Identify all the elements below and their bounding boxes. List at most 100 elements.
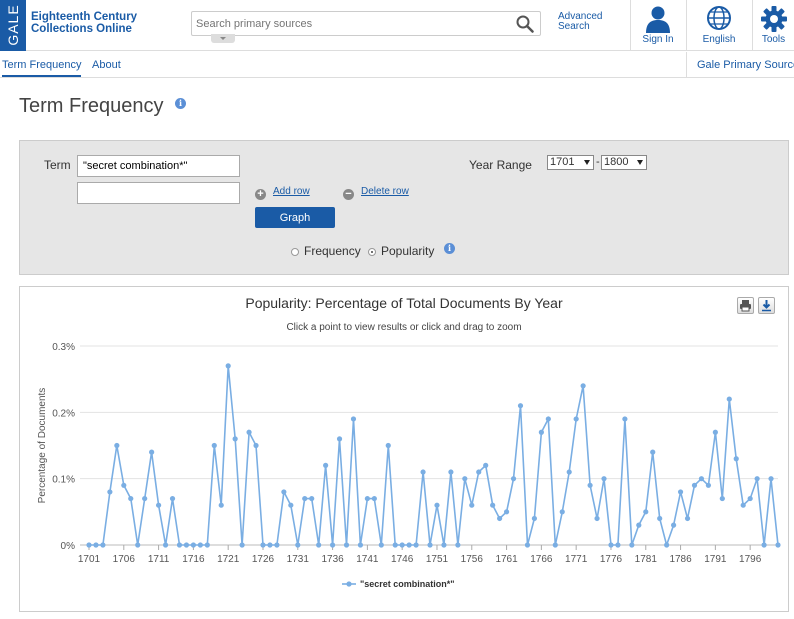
data-point[interactable] — [761, 542, 767, 548]
data-point[interactable] — [587, 482, 593, 488]
data-point[interactable] — [691, 482, 698, 488]
data-point[interactable] — [378, 542, 384, 548]
data-point[interactable] — [204, 542, 210, 548]
line-chart[interactable]: 0% 0.1% 0.2% 0.3% Percentage of Documents 170… — [0, 0, 794, 619]
data-point[interactable] — [510, 476, 517, 482]
data-point[interactable] — [469, 502, 475, 508]
data-point[interactable] — [664, 542, 670, 548]
data-point[interactable] — [176, 542, 183, 548]
data-point[interactable] — [246, 429, 252, 435]
data-point[interactable] — [775, 542, 781, 548]
data-point[interactable] — [350, 416, 357, 422]
data-point[interactable] — [211, 442, 217, 449]
data-point[interactable] — [490, 502, 496, 508]
data-point[interactable] — [371, 495, 377, 502]
data-point[interactable] — [162, 542, 169, 548]
data-point[interactable] — [747, 495, 753, 502]
data-point[interactable] — [643, 509, 649, 515]
data-point[interactable] — [677, 489, 684, 495]
data-point[interactable] — [149, 449, 155, 455]
data-point[interactable] — [733, 456, 739, 462]
data-point[interactable] — [650, 449, 656, 455]
data-point[interactable] — [190, 542, 196, 548]
data-point[interactable] — [281, 489, 287, 495]
data-point[interactable] — [364, 495, 370, 502]
data-point[interactable] — [385, 442, 391, 449]
data-point[interactable] — [274, 542, 280, 548]
data-point[interactable] — [622, 416, 628, 422]
data-point[interactable] — [698, 476, 705, 482]
data-point[interactable] — [93, 542, 99, 548]
data-point[interactable] — [169, 495, 176, 502]
data-point[interactable] — [239, 542, 245, 548]
data-point[interactable] — [323, 462, 329, 468]
data-point[interactable] — [155, 502, 162, 508]
data-point[interactable] — [357, 542, 364, 548]
data-point[interactable] — [329, 542, 336, 548]
data-point[interactable] — [107, 489, 113, 495]
data-point[interactable] — [288, 502, 294, 508]
data-point[interactable] — [712, 429, 718, 435]
data-point[interactable] — [754, 476, 760, 482]
data-point[interactable] — [455, 542, 461, 548]
data-point[interactable] — [483, 462, 489, 468]
data-point[interactable] — [253, 442, 259, 449]
data-point[interactable] — [684, 515, 691, 522]
data-point[interactable] — [524, 542, 531, 548]
data-point[interactable] — [128, 495, 134, 502]
data-point[interactable] — [114, 442, 120, 449]
data-point[interactable] — [580, 383, 586, 389]
data-point[interactable] — [260, 542, 266, 548]
data-point[interactable] — [615, 542, 621, 548]
data-point[interactable] — [629, 542, 635, 548]
data-point[interactable] — [142, 495, 148, 502]
data-point[interactable] — [218, 502, 224, 508]
data-point[interactable] — [343, 542, 350, 548]
data-point[interactable] — [392, 542, 398, 548]
data-point[interactable] — [719, 495, 725, 502]
data-point[interactable] — [531, 515, 538, 522]
data-point[interactable] — [197, 542, 203, 548]
data-point[interactable] — [135, 542, 141, 548]
data-point[interactable] — [705, 482, 712, 488]
data-point[interactable] — [100, 542, 106, 548]
data-point[interactable] — [86, 542, 92, 548]
data-point[interactable] — [594, 515, 600, 522]
data-point[interactable] — [601, 476, 607, 482]
data-point[interactable] — [441, 542, 447, 548]
data-point[interactable] — [336, 436, 343, 442]
data-point[interactable] — [573, 416, 579, 422]
data-point[interactable] — [608, 542, 614, 548]
data-point[interactable] — [497, 515, 503, 522]
data-point[interactable] — [545, 416, 551, 422]
data-point[interactable] — [413, 542, 419, 548]
data-point[interactable] — [517, 403, 524, 409]
data-point[interactable] — [232, 436, 238, 442]
data-point[interactable] — [399, 542, 405, 548]
data-point[interactable] — [420, 469, 426, 475]
data-point[interactable] — [503, 509, 510, 515]
data-point[interactable] — [434, 502, 440, 508]
data-point[interactable] — [295, 542, 301, 548]
data-point[interactable] — [406, 542, 412, 548]
data-point[interactable] — [316, 542, 322, 548]
data-point[interactable] — [427, 542, 433, 548]
data-point[interactable] — [302, 495, 308, 502]
data-point[interactable] — [559, 509, 565, 515]
data-point[interactable] — [657, 515, 663, 522]
data-point[interactable] — [267, 542, 273, 548]
data-point[interactable] — [462, 476, 468, 482]
data-point[interactable] — [121, 482, 127, 488]
data-point[interactable] — [538, 429, 544, 435]
data-point[interactable] — [448, 469, 454, 475]
data-point[interactable] — [566, 469, 572, 475]
data-point[interactable] — [740, 502, 746, 508]
data-point[interactable] — [309, 495, 315, 502]
data-point[interactable] — [552, 542, 558, 548]
data-point[interactable] — [636, 522, 642, 528]
data-point[interactable] — [225, 363, 231, 369]
data-point[interactable] — [726, 396, 732, 402]
data-point[interactable] — [768, 476, 774, 482]
data-point[interactable] — [671, 522, 677, 528]
data-point[interactable] — [183, 542, 190, 548]
